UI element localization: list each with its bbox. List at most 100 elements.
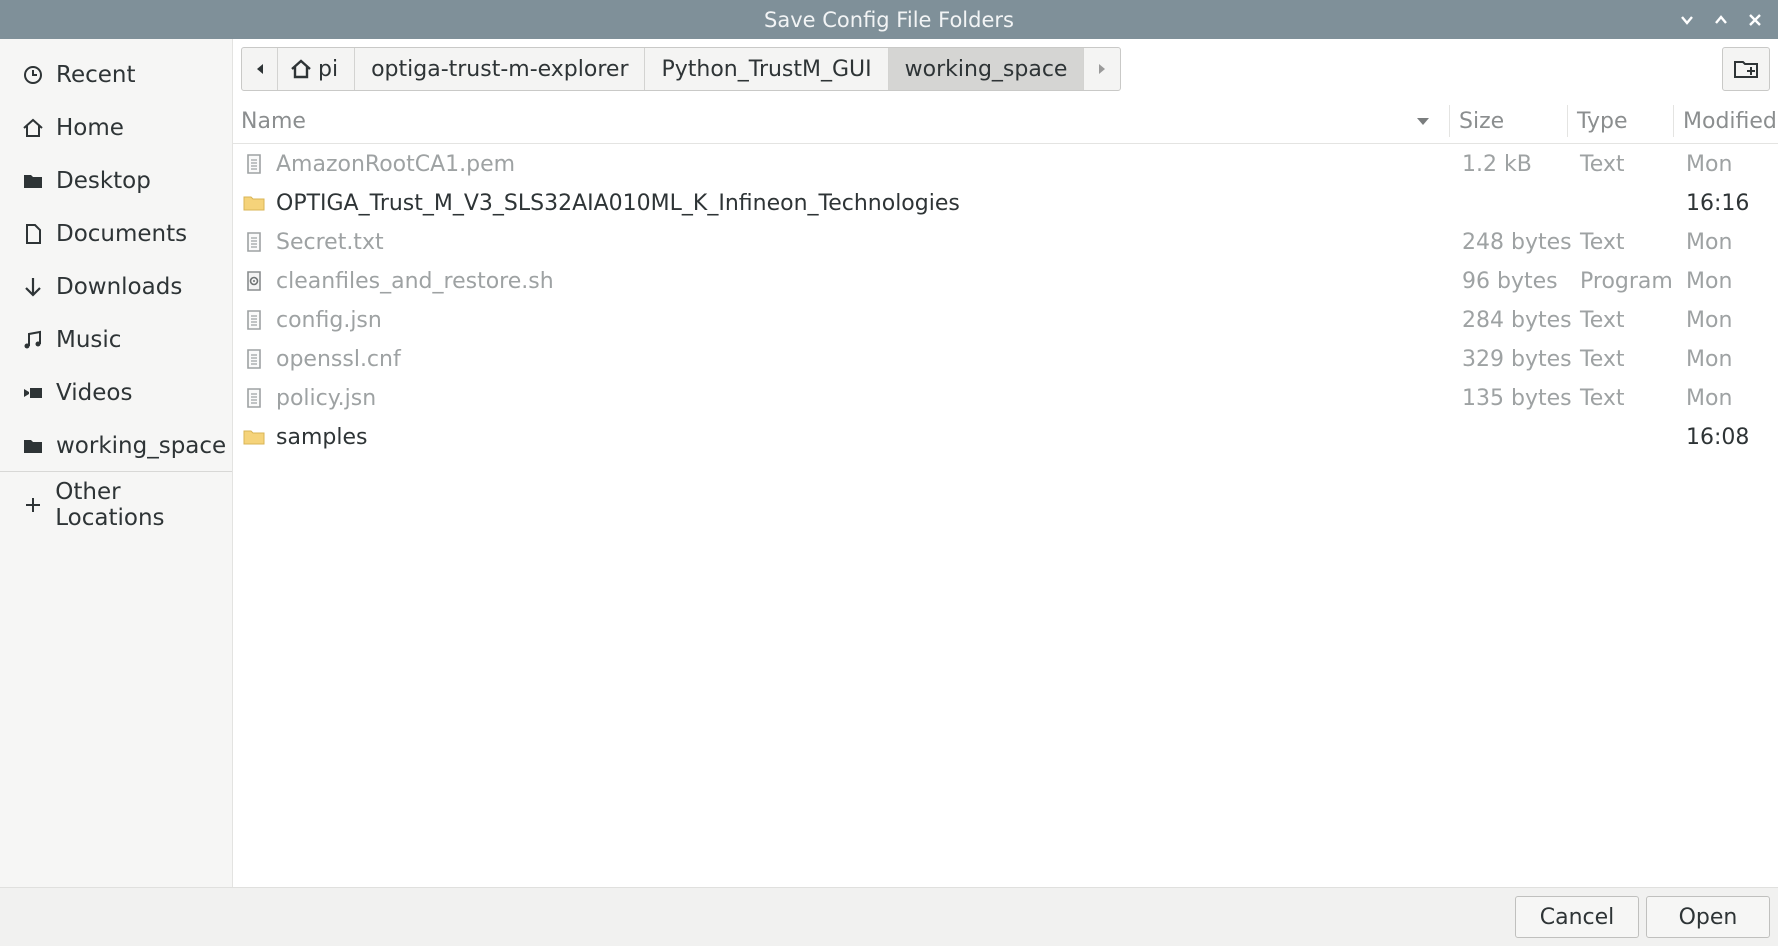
close-icon [1749, 13, 1761, 26]
triangle-left-icon [256, 64, 263, 74]
file-modified: Mon [1686, 308, 1733, 333]
text-file-icon [247, 349, 261, 369]
sidebar-item-label: Recent [56, 62, 136, 88]
sidebar-item-label: working_space [56, 433, 227, 459]
file-name: cleanfiles_and_restore.sh [276, 269, 554, 294]
sidebar-item-label: Videos [56, 380, 133, 406]
title-bar: Save Config File Folders [0, 0, 1778, 39]
path-segment-current[interactable]: working_space [888, 48, 1085, 90]
file-modified: Mon [1686, 152, 1733, 177]
window-title: Save Config File Folders [764, 7, 1014, 32]
dialog-footer: Cancel Open [0, 887, 1778, 946]
new-folder-button[interactable] [1722, 47, 1770, 91]
file-modified: 16:08 [1686, 425, 1750, 450]
chevron-down-icon [1681, 15, 1693, 25]
text-file-icon [247, 154, 261, 174]
close-button[interactable] [1742, 7, 1768, 33]
sort-descending-icon[interactable] [1415, 113, 1431, 129]
music-note-icon [20, 327, 46, 353]
column-header-size[interactable]: Size [1459, 99, 1504, 143]
file-name: Secret.txt [276, 230, 384, 255]
folder-icon [20, 433, 46, 459]
path-bar: pi optiga-trust-m-explorer Python_TrustM… [241, 47, 1122, 91]
file-type: Program [1580, 269, 1673, 294]
path-back-button[interactable] [242, 48, 278, 90]
path-segment-label: pi [318, 56, 339, 82]
file-row[interactable]: Secret.txt 248 bytes Text Mon [233, 223, 1778, 262]
path-segment-home[interactable]: pi [278, 48, 356, 90]
window-controls [1674, 0, 1768, 39]
folder-icon [243, 196, 265, 211]
program-file-icon [247, 271, 261, 291]
file-modified: Mon [1686, 269, 1733, 294]
file-size: 96 bytes [1462, 269, 1558, 294]
sidebar-item-desktop[interactable]: Desktop [0, 156, 232, 206]
column-header: Name Size Type Modified [233, 99, 1778, 144]
folder-icon [20, 168, 46, 194]
file-row[interactable]: cleanfiles_and_restore.sh 96 bytes Progr… [233, 262, 1778, 301]
file-modified: Mon [1686, 347, 1733, 372]
file-modified: Mon [1686, 230, 1733, 255]
column-label: Size [1459, 108, 1505, 134]
file-name: policy.jsn [276, 386, 377, 411]
sidebar-divider [0, 471, 232, 472]
places-sidebar: Recent Home Desktop Documents Downloads … [0, 39, 233, 887]
file-name: AmazonRootCA1.pem [276, 152, 516, 177]
file-type: Text [1580, 347, 1625, 372]
text-file-icon [247, 388, 261, 408]
folder-row[interactable]: OPTIGA_Trust_M_V3_SLS32AIA010ML_K_Infine… [233, 184, 1778, 223]
path-segment[interactable]: optiga-trust-m-explorer [355, 48, 646, 90]
maximize-button[interactable] [1708, 7, 1734, 33]
file-type: Text [1580, 386, 1625, 411]
sidebar-item-label: Other Locations [55, 479, 165, 531]
minimize-button[interactable] [1674, 7, 1700, 33]
sidebar-item-label: Desktop [56, 168, 151, 194]
file-modified: Mon [1686, 386, 1733, 411]
home-icon [291, 59, 311, 79]
file-row[interactable]: config.jsn 284 bytes Text Mon [233, 301, 1778, 340]
folder-icon [243, 430, 265, 445]
column-label: Type [1577, 108, 1628, 134]
sidebar-item-downloads[interactable]: Downloads [0, 262, 232, 312]
file-row[interactable]: AmazonRootCA1.pem 1.2 kB Text Mon [233, 145, 1778, 184]
column-divider [1567, 105, 1568, 137]
column-label: Name [241, 108, 306, 134]
sidebar-item-label: Music [56, 327, 122, 353]
column-label: Modified [1683, 108, 1777, 134]
path-segment[interactable]: Python_TrustM_GUI [645, 48, 889, 90]
open-button[interactable]: Open [1646, 896, 1770, 938]
sidebar-item-music[interactable]: Music [0, 315, 232, 365]
file-modified: 16:16 [1686, 191, 1750, 216]
file-type: Text [1580, 308, 1625, 333]
column-divider [1449, 105, 1450, 137]
path-forward-button[interactable] [1084, 48, 1120, 90]
column-header-modified[interactable]: Modified [1683, 99, 1777, 143]
sidebar-item-other-locations[interactable]: Other Locations [0, 479, 232, 531]
file-name: openssl.cnf [276, 347, 401, 372]
sidebar-item-home[interactable]: Home [0, 103, 232, 153]
text-file-icon [247, 232, 261, 252]
column-header-type[interactable]: Type [1577, 99, 1628, 143]
file-name: config.jsn [276, 308, 382, 333]
file-type: Text [1580, 230, 1625, 255]
file-chooser-main: pi optiga-trust-m-explorer Python_TrustM… [233, 39, 1778, 887]
column-header-name[interactable]: Name [241, 99, 306, 143]
file-size: 248 bytes [1462, 230, 1572, 255]
sidebar-item-recent[interactable]: Recent [0, 50, 232, 100]
sidebar-item-documents[interactable]: Documents [0, 209, 232, 259]
file-type: Text [1580, 152, 1625, 177]
path-segment-label: Python_TrustM_GUI [661, 56, 872, 82]
folder-row[interactable]: samples 16:08 [233, 418, 1778, 457]
home-icon [20, 115, 46, 141]
clock-icon [20, 62, 46, 88]
download-arrow-icon [20, 274, 46, 300]
sidebar-item-videos[interactable]: Videos [0, 368, 232, 418]
file-row[interactable]: openssl.cnf 329 bytes Text Mon [233, 340, 1778, 379]
file-row[interactable]: policy.jsn 135 bytes Text Mon [233, 379, 1778, 418]
cancel-button[interactable]: Cancel [1515, 896, 1639, 938]
triangle-right-icon [1099, 64, 1106, 74]
file-size: 1.2 kB [1462, 152, 1532, 177]
text-file-icon [247, 310, 261, 330]
sidebar-item-working-space[interactable]: working_space [0, 421, 232, 471]
sidebar-item-label: Documents [56, 221, 188, 247]
